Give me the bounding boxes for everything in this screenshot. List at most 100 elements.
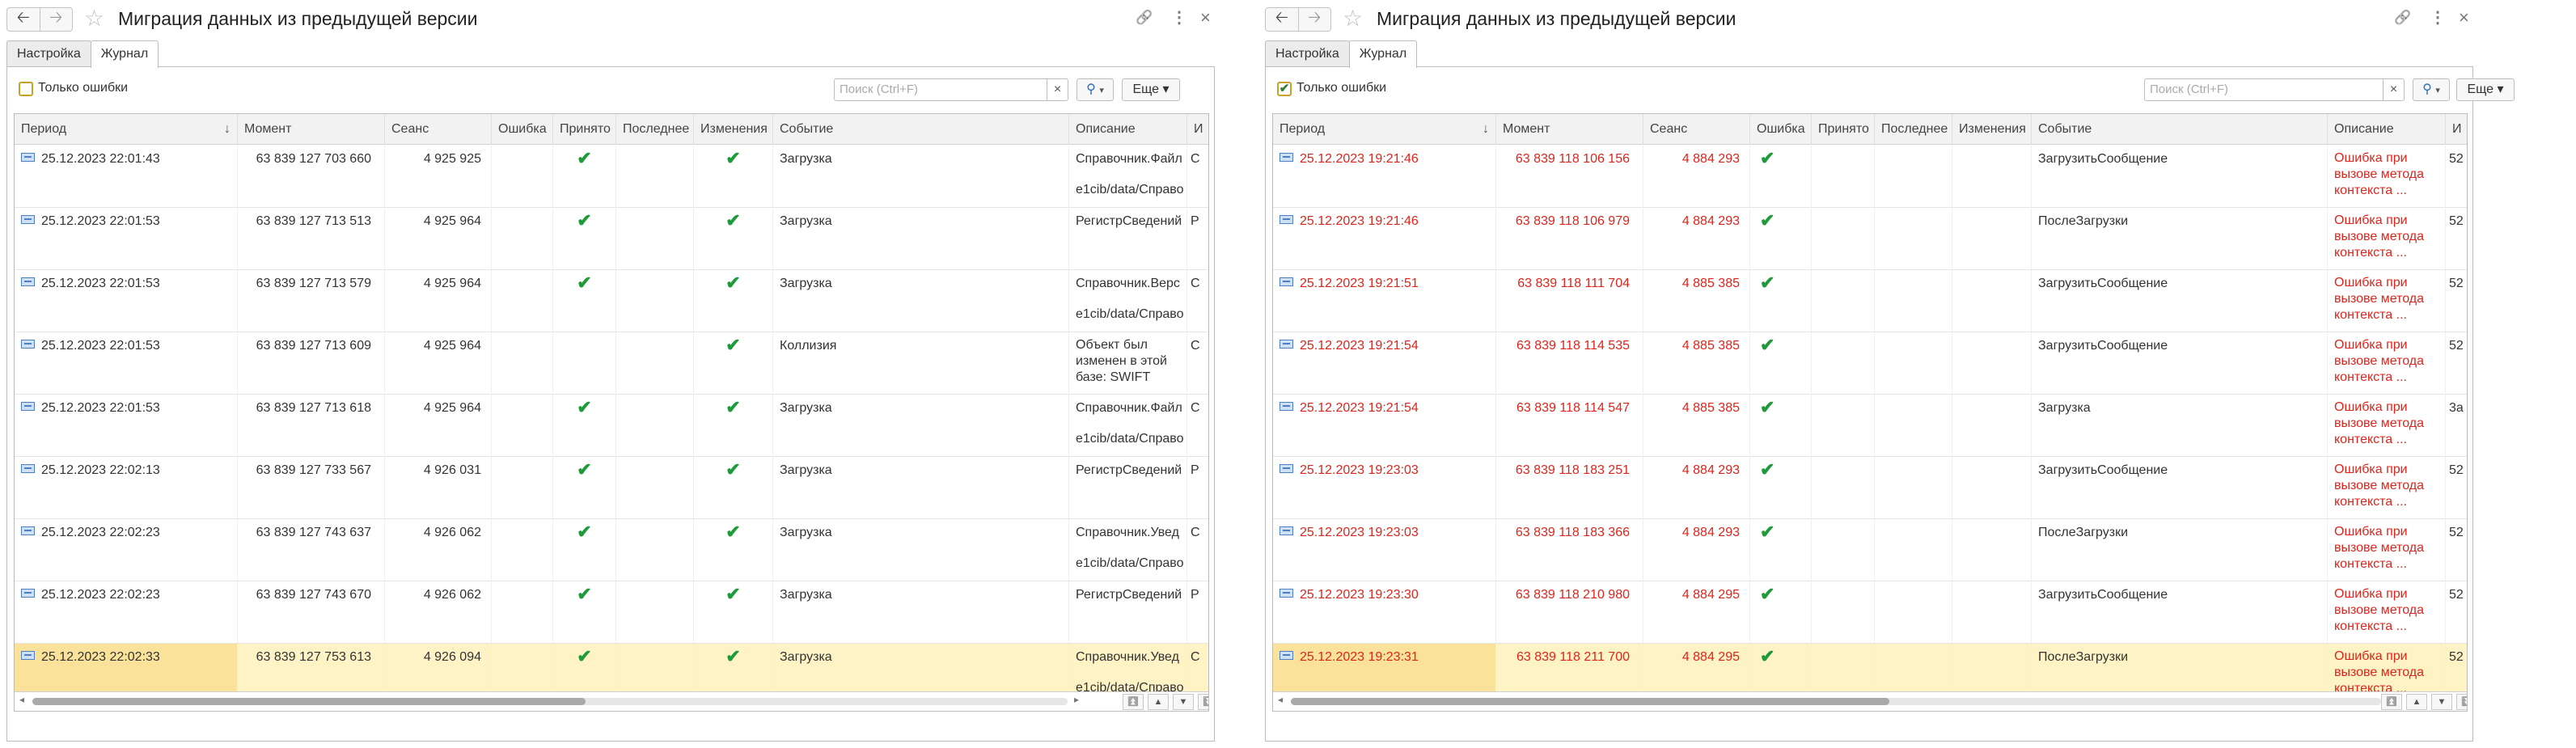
- scroll-page-down-icon[interactable]: ▼: [1173, 694, 1194, 710]
- table-row[interactable]: 25.12.2023 22:02:23 63 839 127 743 637 4 9…: [15, 519, 1208, 581]
- col-accepted-header[interactable]: Принято: [553, 114, 616, 145]
- link-icon[interactable]: 🔗: [1136, 10, 1153, 26]
- table-row[interactable]: 25.12.2023 22:02:13 63 839 127 733 567 4 9…: [15, 457, 1208, 519]
- col-event-header[interactable]: Событие: [773, 114, 1069, 145]
- event-value: ЗагрузитьСообщение: [2038, 339, 2168, 353]
- col-extra-cell: 52: [2446, 270, 2467, 332]
- tab-settings[interactable]: Настройка: [6, 40, 91, 67]
- favorite-star-icon[interactable]: ☆: [84, 6, 104, 31]
- back-button[interactable]: 🡠: [7, 8, 40, 31]
- table-row[interactable]: 25.12.2023 19:21:46 63 839 118 106 979 4 8…: [1273, 208, 2467, 270]
- col-accepted-header[interactable]: Принято: [1812, 114, 1875, 145]
- col-period-header[interactable]: Период ↓: [1273, 114, 1496, 145]
- close-icon[interactable]: ×: [2459, 9, 2469, 27]
- more-vertical-icon[interactable]: ⋮: [1171, 10, 1187, 26]
- col-error-header[interactable]: Ошибка: [492, 114, 553, 145]
- table-row[interactable]: 25.12.2023 22:02:23 63 839 127 743 670 4 9…: [15, 581, 1208, 644]
- col-event-cell: Загрузка: [773, 519, 1069, 581]
- col-changes-header[interactable]: Изменения: [1952, 114, 2032, 145]
- scroll-left-icon[interactable]: ◂: [1278, 694, 1283, 705]
- col-last-header[interactable]: Последнее: [1875, 114, 1952, 145]
- table-row[interactable]: 25.12.2023 19:23:30 63 839 118 210 980 4 8…: [1273, 581, 2467, 644]
- search-input[interactable]: Поиск (Ctrl+F) ×: [834, 78, 1068, 101]
- period-value: 25.12.2023 22:01:53: [41, 214, 160, 228]
- moment-value: 63 839 127 733 567: [256, 463, 371, 477]
- col-moment-header[interactable]: Момент: [1496, 114, 1643, 145]
- event-value: ЗагрузитьСообщение: [2038, 463, 2168, 477]
- tab-journal[interactable]: Журнал: [90, 40, 159, 68]
- scroll-page-up-icon[interactable]: ▲: [1148, 694, 1169, 710]
- table-row[interactable]: 25.12.2023 19:21:54 63 839 118 114 535 4 8…: [1273, 332, 2467, 395]
- search-button[interactable]: ⚲ ▾: [2413, 78, 2450, 101]
- col-moment-cell: 63 839 127 743 670: [238, 581, 385, 644]
- event-value: Загрузка: [780, 526, 832, 539]
- scroll-page-up-icon[interactable]: ▲: [2406, 694, 2427, 710]
- link-icon[interactable]: 🔗: [2394, 10, 2411, 26]
- col-event-header-label: Событие: [780, 122, 834, 136]
- col-event-header[interactable]: Событие: [2032, 114, 2328, 145]
- col-session-cell: 4 926 062: [385, 519, 492, 581]
- back-button[interactable]: 🡠: [1266, 8, 1298, 31]
- horizontal-scrollbar-thumb[interactable]: [1291, 698, 1889, 705]
- table-row[interactable]: 25.12.2023 19:23:31 63 839 118 211 700 4 8…: [1273, 644, 2467, 693]
- tab-journal[interactable]: Журнал: [1348, 40, 1418, 68]
- scroll-first-icon[interactable]: ⏫: [1123, 694, 1144, 710]
- close-icon[interactable]: ×: [1200, 9, 1211, 27]
- table-row[interactable]: 25.12.2023 22:01:53 63 839 127 713 513 4 9…: [15, 208, 1208, 270]
- search-clear-icon[interactable]: ×: [2383, 79, 2404, 100]
- scroll-left-icon[interactable]: ◂: [19, 694, 24, 705]
- col-session-header[interactable]: Сеанс: [385, 114, 492, 145]
- col-extra-header[interactable]: И: [1187, 114, 1208, 145]
- search-button[interactable]: ⚲ ▾: [1077, 78, 1114, 101]
- table-header: Период ↓ Момент Сеанс Ошибка Принято Последнее…: [15, 114, 1208, 145]
- col-error-header[interactable]: Ошибка: [1750, 114, 1812, 145]
- col-description-header[interactable]: Описание: [1069, 114, 1187, 145]
- table-row[interactable]: 25.12.2023 19:21:51 63 839 118 111 704 4 8…: [1273, 270, 2467, 332]
- scroll-right-icon[interactable]: ▸: [1074, 694, 1079, 705]
- table-row[interactable]: 25.12.2023 19:21:46 63 839 118 106 156 4 8…: [1273, 146, 2467, 208]
- table-row[interactable]: 25.12.2023 19:21:54 63 839 118 114 547 4 8…: [1273, 395, 2467, 457]
- forward-button[interactable]: 🡢: [1297, 8, 1331, 31]
- col-last-header[interactable]: Последнее: [616, 114, 694, 145]
- table-row[interactable]: 25.12.2023 22:01:53 63 839 127 713 609 4 9…: [15, 332, 1208, 395]
- col-session-header[interactable]: Сеанс: [1643, 114, 1750, 145]
- table-row[interactable]: 25.12.2023 22:02:33 63 839 127 753 613 4 9…: [15, 644, 1208, 693]
- col-period-header[interactable]: Период ↓: [15, 114, 238, 145]
- only-errors-label[interactable]: Только ошибки: [1296, 81, 1386, 95]
- session-value: 4 885 385: [1681, 339, 1740, 353]
- col-moment-header[interactable]: Момент: [238, 114, 385, 145]
- scroll-last-icon[interactable]: ⏬: [1198, 694, 1208, 710]
- scroll-last-icon[interactable]: ⏬: [2456, 694, 2467, 710]
- period-value: 25.12.2023 22:02:13: [41, 463, 160, 477]
- event-value: Загрузка: [780, 214, 832, 228]
- scroll-first-icon[interactable]: ⏫: [2381, 694, 2402, 710]
- period-value: 25.12.2023 22:02:23: [41, 526, 160, 539]
- forward-button[interactable]: 🡢: [39, 8, 73, 31]
- col-session-cell: 4 925 964: [385, 332, 492, 395]
- search-clear-icon[interactable]: ×: [1047, 79, 1068, 100]
- more-button[interactable]: Еще ▾: [1122, 78, 1180, 101]
- col-last-cell: [1875, 270, 1952, 332]
- col-extra-header[interactable]: И: [2446, 114, 2467, 145]
- only-errors-checkbox[interactable]: ✔: [1277, 82, 1292, 96]
- more-button[interactable]: Еще ▾: [2456, 78, 2515, 101]
- only-errors-label[interactable]: Только ошибки: [38, 81, 128, 95]
- col-changes-cell: ✔: [694, 519, 773, 581]
- table-row[interactable]: 25.12.2023 22:01:43 63 839 127 703 660 4 9…: [15, 146, 1208, 208]
- table-row[interactable]: 25.12.2023 19:23:03 63 839 118 183 251 4 8…: [1273, 457, 2467, 519]
- table-row[interactable]: 25.12.2023 19:23:03 63 839 118 183 366 4 8…: [1273, 519, 2467, 581]
- col-changes-header[interactable]: Изменения: [694, 114, 773, 145]
- horizontal-scrollbar-thumb[interactable]: [32, 698, 586, 705]
- col-event-cell: Загрузка: [773, 581, 1069, 644]
- only-errors-checkbox[interactable]: [19, 82, 33, 96]
- search-input[interactable]: Поиск (Ctrl+F) ×: [2144, 78, 2405, 101]
- favorite-star-icon[interactable]: ☆: [1343, 6, 1363, 31]
- col-description-header[interactable]: Описание: [2328, 114, 2446, 145]
- more-vertical-icon[interactable]: ⋮: [2430, 10, 2446, 26]
- scroll-page-down-icon[interactable]: ▼: [2431, 694, 2452, 710]
- col-moment-cell: 63 839 118 211 700: [1496, 644, 1643, 693]
- table-row[interactable]: 25.12.2023 22:01:53 63 839 127 713 579 4 9…: [15, 270, 1208, 332]
- tab-settings[interactable]: Настройка: [1265, 40, 1350, 67]
- table-row[interactable]: 25.12.2023 22:01:53 63 839 127 713 618 4 9…: [15, 395, 1208, 457]
- col-description-header-label: Описание: [2334, 122, 2394, 136]
